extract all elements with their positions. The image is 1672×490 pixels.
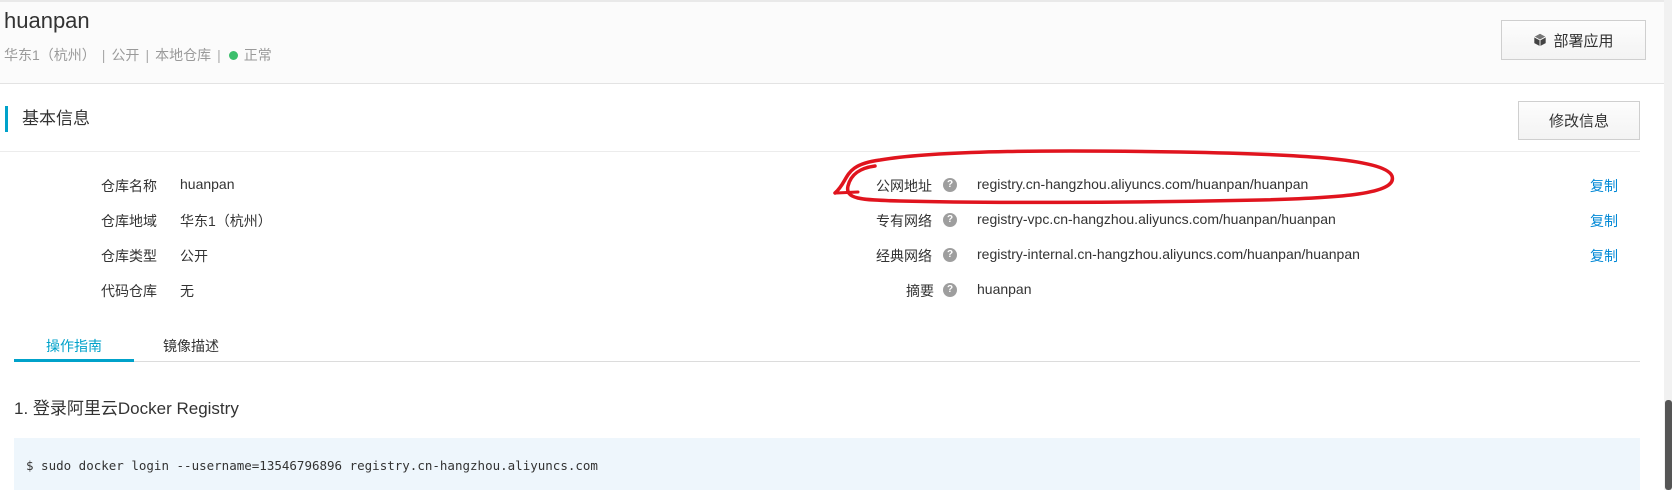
vpc-address-label: 专有网络 bbox=[876, 213, 932, 229]
repo-region-value: 华东1（杭州） bbox=[180, 213, 272, 229]
repo-meta: 华东1（杭州） | 公开 | 本地仓库 | 正常 bbox=[4, 45, 272, 65]
status-text: 正常 bbox=[243, 47, 272, 63]
help-icon[interactable]: ? bbox=[943, 248, 957, 262]
classic-network-label: 经典网络 bbox=[876, 248, 932, 264]
meta-visibility: 公开 bbox=[111, 47, 140, 63]
help-icon[interactable]: ? bbox=[943, 178, 957, 192]
vpc-address-value: registry-vpc.cn-hangzhou.aliyuncs.com/hu… bbox=[977, 211, 1336, 227]
section-title-basic-info: 基本信息 bbox=[5, 106, 90, 132]
edit-info-button[interactable]: 修改信息 bbox=[1518, 101, 1640, 140]
public-address-value: registry.cn-hangzhou.aliyuncs.com/huanpa… bbox=[977, 176, 1309, 192]
help-icon[interactable]: ? bbox=[943, 213, 957, 227]
public-address-label: 公网地址 bbox=[876, 178, 932, 194]
digest-label: 摘要 bbox=[906, 283, 934, 299]
tab-bar: 操作指南 镜像描述 bbox=[14, 334, 1640, 362]
repo-region-label: 仓库地域 bbox=[101, 213, 157, 229]
page-header: huanpan 华东1（杭州） | 公开 | 本地仓库 | 正常 部署应用 bbox=[0, 0, 1672, 84]
help-icon[interactable]: ? bbox=[943, 283, 957, 297]
page-title: huanpan bbox=[4, 8, 90, 33]
repo-name-value: huanpan bbox=[180, 176, 235, 192]
cube-icon bbox=[1534, 33, 1547, 47]
copy-public-address-link[interactable]: 复制 bbox=[1590, 176, 1618, 196]
repo-type-label: 仓库类型 bbox=[101, 248, 157, 264]
step-1-title: 1. 登录阿里云Docker Registry bbox=[14, 399, 239, 418]
section-divider bbox=[0, 151, 1640, 152]
code-line: $ sudo docker login --username=135467968… bbox=[26, 458, 598, 473]
classic-network-value: registry-internal.cn-hangzhou.aliyuncs.c… bbox=[977, 246, 1360, 262]
code-block: $ sudo docker login --username=135467968… bbox=[14, 438, 1640, 490]
meta-separator: | bbox=[101, 47, 106, 63]
tab-operation-guide[interactable]: 操作指南 bbox=[14, 334, 134, 362]
code-repo-label: 代码仓库 bbox=[101, 283, 157, 299]
code-repo-value: 无 bbox=[180, 283, 194, 299]
meta-source: 本地仓库 bbox=[155, 47, 212, 63]
copy-vpc-address-link[interactable]: 复制 bbox=[1590, 211, 1618, 231]
meta-region: 华东1（杭州） bbox=[4, 47, 96, 63]
top-edge bbox=[0, 0, 1672, 2]
copy-classic-network-link[interactable]: 复制 bbox=[1590, 246, 1618, 266]
repo-type-value: 公开 bbox=[180, 248, 208, 264]
meta-separator: | bbox=[145, 47, 150, 63]
meta-separator: | bbox=[217, 47, 221, 63]
tab-image-description[interactable]: 镜像描述 bbox=[148, 334, 234, 362]
scrollbar-thumb[interactable] bbox=[1665, 400, 1672, 490]
repo-name-label: 仓库名称 bbox=[101, 178, 157, 194]
digest-value: huanpan bbox=[977, 281, 1032, 297]
deploy-app-label: 部署应用 bbox=[1553, 32, 1614, 50]
status-dot-icon bbox=[228, 51, 238, 60]
deploy-app-button[interactable]: 部署应用 bbox=[1501, 20, 1646, 60]
